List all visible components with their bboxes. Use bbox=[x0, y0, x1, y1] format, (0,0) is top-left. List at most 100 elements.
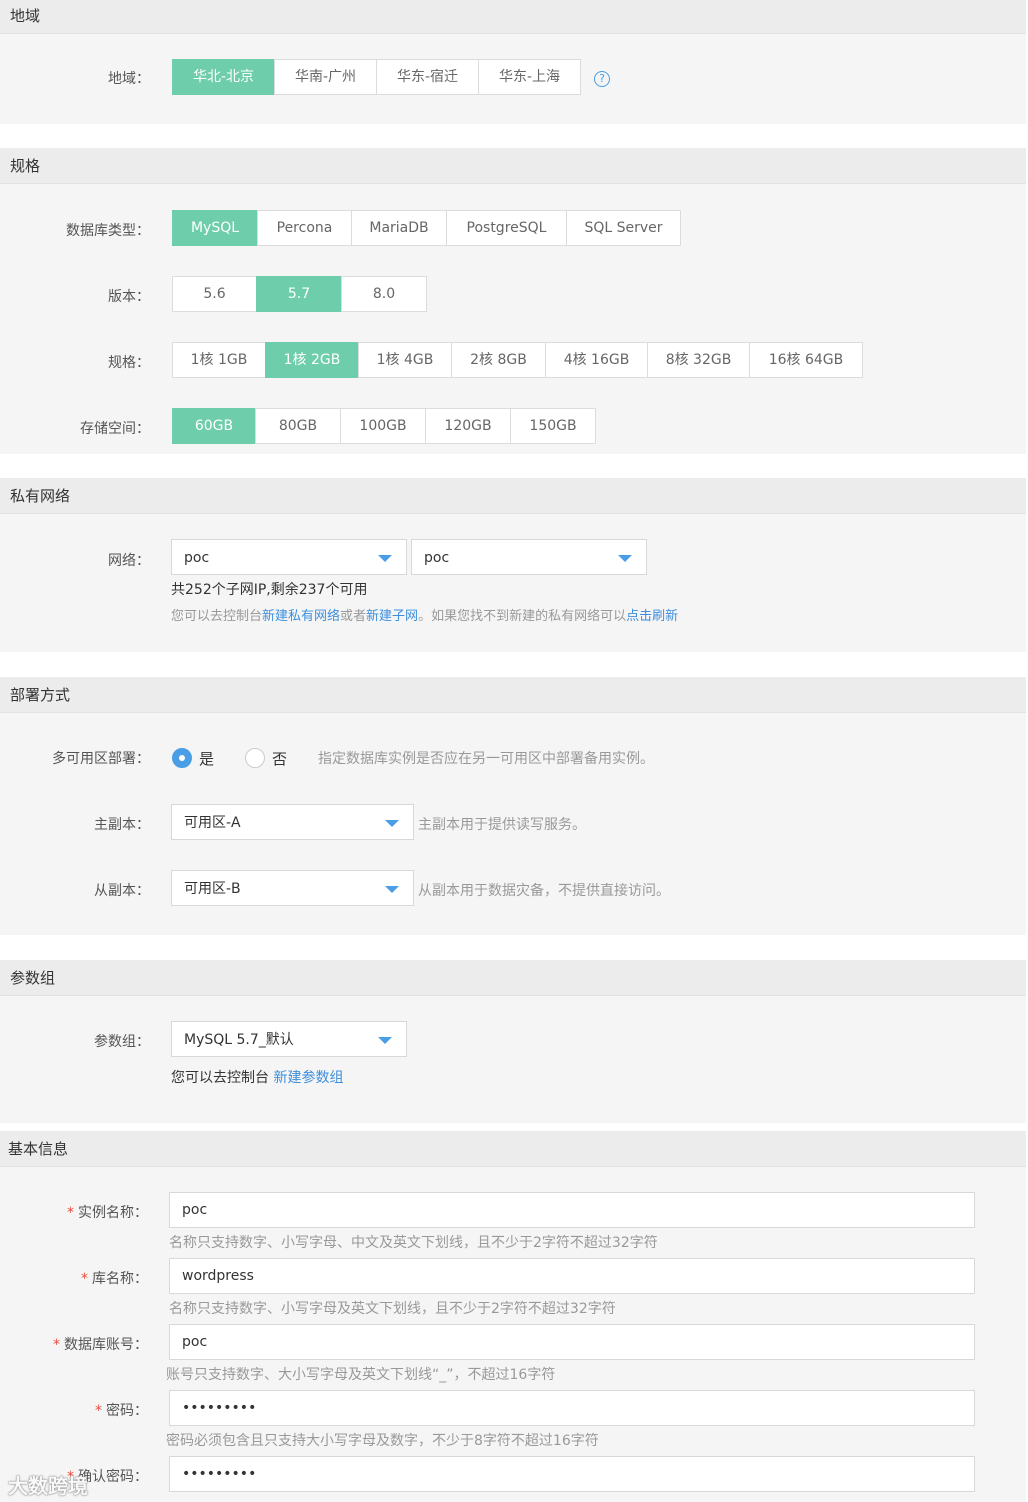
param-group-label: 参数组： bbox=[94, 1034, 150, 1050]
spec-selector: 1核 1GB 1核 2GB 1核 4GB 2核 8GB 4核 16GB 8核 3… bbox=[172, 342, 863, 378]
storage-option[interactable]: 100GB bbox=[340, 408, 426, 444]
multi-az-yes-label[interactable]: 是 bbox=[199, 748, 214, 769]
spec-label: 规格： bbox=[108, 355, 150, 371]
section-body-params: 参数组： MySQL 5.7_默认 您可以去控制台 新建参数组 bbox=[0, 996, 1026, 1123]
subnet-ip-info: 共252个子网IP,剩余237个可用 bbox=[171, 582, 368, 598]
db-account-input[interactable]: poc bbox=[169, 1324, 975, 1360]
password-input[interactable]: ••••••••• bbox=[169, 1390, 975, 1426]
label-text: 库名称： bbox=[92, 1271, 148, 1287]
db-type-option[interactable]: MariaDB bbox=[351, 210, 447, 246]
db-type-option[interactable]: SQL Server bbox=[566, 210, 681, 246]
version-option[interactable]: 5.6 bbox=[172, 276, 257, 312]
caret-down-icon bbox=[378, 1037, 392, 1044]
subnet-select[interactable]: poc bbox=[411, 539, 647, 575]
primary-replica-hint: 主副本用于提供读写服务。 bbox=[418, 817, 586, 833]
version-option[interactable]: 5.7 bbox=[256, 276, 342, 312]
password-hint: 密码必须包含且只支持大小写字母及数字，不少于8字符不超过16字符 bbox=[166, 1433, 599, 1449]
spec-option[interactable]: 2核 8GB bbox=[451, 342, 546, 378]
spec-option[interactable]: 4核 16GB bbox=[545, 342, 648, 378]
db-type-selector: MySQL Percona MariaDB PostgreSQL SQL Ser… bbox=[172, 210, 681, 246]
spec-option[interactable]: 1核 2GB bbox=[265, 342, 359, 378]
refresh-link[interactable]: 点击刷新 bbox=[626, 609, 678, 624]
instance-name-label: * 实例名称： bbox=[0, 1202, 148, 1222]
caret-down-icon bbox=[385, 886, 399, 893]
caret-down-icon bbox=[378, 555, 392, 562]
spec-option[interactable]: 1核 1GB bbox=[172, 342, 266, 378]
multi-az-no-radio[interactable] bbox=[245, 748, 265, 768]
db-name-input[interactable]: wordpress bbox=[169, 1258, 975, 1294]
section-title: 地域 bbox=[10, 7, 41, 25]
param-group-hint: 您可以去控制台 新建参数组 bbox=[171, 1067, 343, 1087]
hint-text: 或者 bbox=[340, 609, 367, 624]
question-circle-icon[interactable]: ? bbox=[594, 71, 610, 87]
spec-option[interactable]: 8核 32GB bbox=[647, 342, 750, 378]
section-header-vpc: 私有网络 bbox=[0, 478, 1026, 514]
version-selector: 5.6 5.7 8.0 bbox=[172, 276, 427, 312]
label-text: 实例名称： bbox=[78, 1205, 148, 1221]
storage-selector: 60GB 80GB 100GB 120GB 150GB bbox=[172, 408, 596, 444]
new-subnet-link[interactable]: 新建子网 bbox=[366, 609, 418, 624]
storage-option[interactable]: 60GB bbox=[172, 408, 256, 444]
confirm-password-input[interactable]: ••••••••• bbox=[169, 1456, 975, 1492]
primary-replica-label: 主副本： bbox=[94, 817, 150, 833]
secondary-az-select[interactable]: 可用区-B bbox=[171, 870, 414, 906]
secondary-az-value: 可用区-B bbox=[184, 881, 241, 897]
section-header-region: 地域 bbox=[0, 0, 1026, 34]
vpc-select-value: poc bbox=[184, 550, 210, 566]
label-text: 确认密码： bbox=[78, 1469, 148, 1485]
version-label: 版本： bbox=[108, 289, 150, 305]
section-title: 部署方式 bbox=[10, 686, 71, 704]
db-account-hint: 账号只支持数字、大小写字母及英文下划线“_”，不超过16字符 bbox=[166, 1367, 556, 1383]
spec-option[interactable]: 1核 4GB bbox=[358, 342, 452, 378]
region-option[interactable]: 华南-广州 bbox=[274, 59, 377, 95]
section-body-basic: * 实例名称： poc 名称只支持数字、小写字母、中文及英文下划线，且不少于2字符… bbox=[0, 1167, 1026, 1502]
hint-text: 。如果您找不到新建的私有网络可以 bbox=[418, 609, 627, 624]
required-mark: * bbox=[53, 1337, 60, 1353]
section-body-region: 地域： 华北-北京 华南-广州 华东-宿迁 华东-上海 ? bbox=[0, 34, 1026, 124]
storage-option[interactable]: 120GB bbox=[425, 408, 511, 444]
param-group-select[interactable]: MySQL 5.7_默认 bbox=[171, 1021, 407, 1057]
db-name-hint: 名称只支持数字、小写字母及英文下划线，且不少于2字符不超过32字符 bbox=[169, 1301, 616, 1317]
secondary-replica-label: 从副本： bbox=[94, 883, 150, 899]
vpc-label: 网络： bbox=[108, 553, 150, 569]
multi-az-no-label[interactable]: 否 bbox=[272, 748, 287, 769]
db-type-label: 数据库类型： bbox=[66, 223, 150, 239]
hint-text: 您可以去控制台 bbox=[171, 1070, 269, 1086]
new-param-group-link[interactable]: 新建参数组 bbox=[273, 1070, 343, 1086]
db-account-label: * 数据库账号： bbox=[0, 1334, 148, 1354]
primary-az-select[interactable]: 可用区-A bbox=[171, 804, 414, 840]
region-option[interactable]: 华东-上海 bbox=[478, 59, 581, 95]
section-header-basic: 基本信息 bbox=[0, 1131, 1026, 1167]
label-text: 密码： bbox=[106, 1403, 148, 1419]
db-name-label: * 库名称： bbox=[0, 1268, 148, 1288]
region-option[interactable]: 华东-宿迁 bbox=[376, 59, 479, 95]
multi-az-label: 多可用区部署： bbox=[52, 751, 150, 767]
vpc-select[interactable]: poc bbox=[171, 539, 407, 575]
new-vpc-link[interactable]: 新建私有网络 bbox=[262, 609, 340, 624]
vpc-hint: 您可以去控制台新建私有网络或者新建子网。如果您找不到新建的私有网络可以点击刷新 bbox=[171, 605, 678, 624]
storage-option[interactable]: 80GB bbox=[255, 408, 341, 444]
section-header-params: 参数组 bbox=[0, 960, 1026, 996]
section-body-deploy: 多可用区部署： 是 否 指定数据库实例是否应在另一可用区中部署备用实例。 主副本… bbox=[0, 713, 1026, 935]
primary-az-value: 可用区-A bbox=[184, 815, 241, 831]
version-option[interactable]: 8.0 bbox=[341, 276, 427, 312]
spec-option[interactable]: 16核 64GB bbox=[749, 342, 863, 378]
section-body-vpc: 网络： poc poc 共252个子网IP,剩余237个可用 您可以去控制台新建… bbox=[0, 514, 1026, 652]
section-title: 基本信息 bbox=[8, 1140, 69, 1158]
section-title: 规格 bbox=[10, 157, 41, 175]
region-option[interactable]: 华北-北京 bbox=[172, 59, 275, 95]
db-type-option[interactable]: MySQL bbox=[172, 210, 258, 246]
instance-name-input[interactable]: poc bbox=[169, 1192, 975, 1228]
hint-text: 您可以去控制台 bbox=[171, 609, 263, 624]
secondary-replica-hint: 从副本用于数据灾备，不提供直接访问。 bbox=[418, 883, 670, 899]
section-title: 私有网络 bbox=[10, 487, 71, 505]
required-mark: * bbox=[81, 1271, 88, 1287]
region-selector: 华北-北京 华南-广州 华东-宿迁 华东-上海 bbox=[172, 59, 581, 95]
subnet-select-value: poc bbox=[424, 550, 450, 566]
db-type-option[interactable]: PostgreSQL bbox=[446, 210, 567, 246]
db-type-option[interactable]: Percona bbox=[257, 210, 352, 246]
multi-az-yes-radio[interactable] bbox=[172, 748, 192, 768]
storage-option[interactable]: 150GB bbox=[510, 408, 596, 444]
instance-name-hint: 名称只支持数字、小写字母、中文及英文下划线，且不少于2字符不超过32字符 bbox=[169, 1235, 658, 1251]
label-text: 数据库账号： bbox=[64, 1337, 148, 1353]
